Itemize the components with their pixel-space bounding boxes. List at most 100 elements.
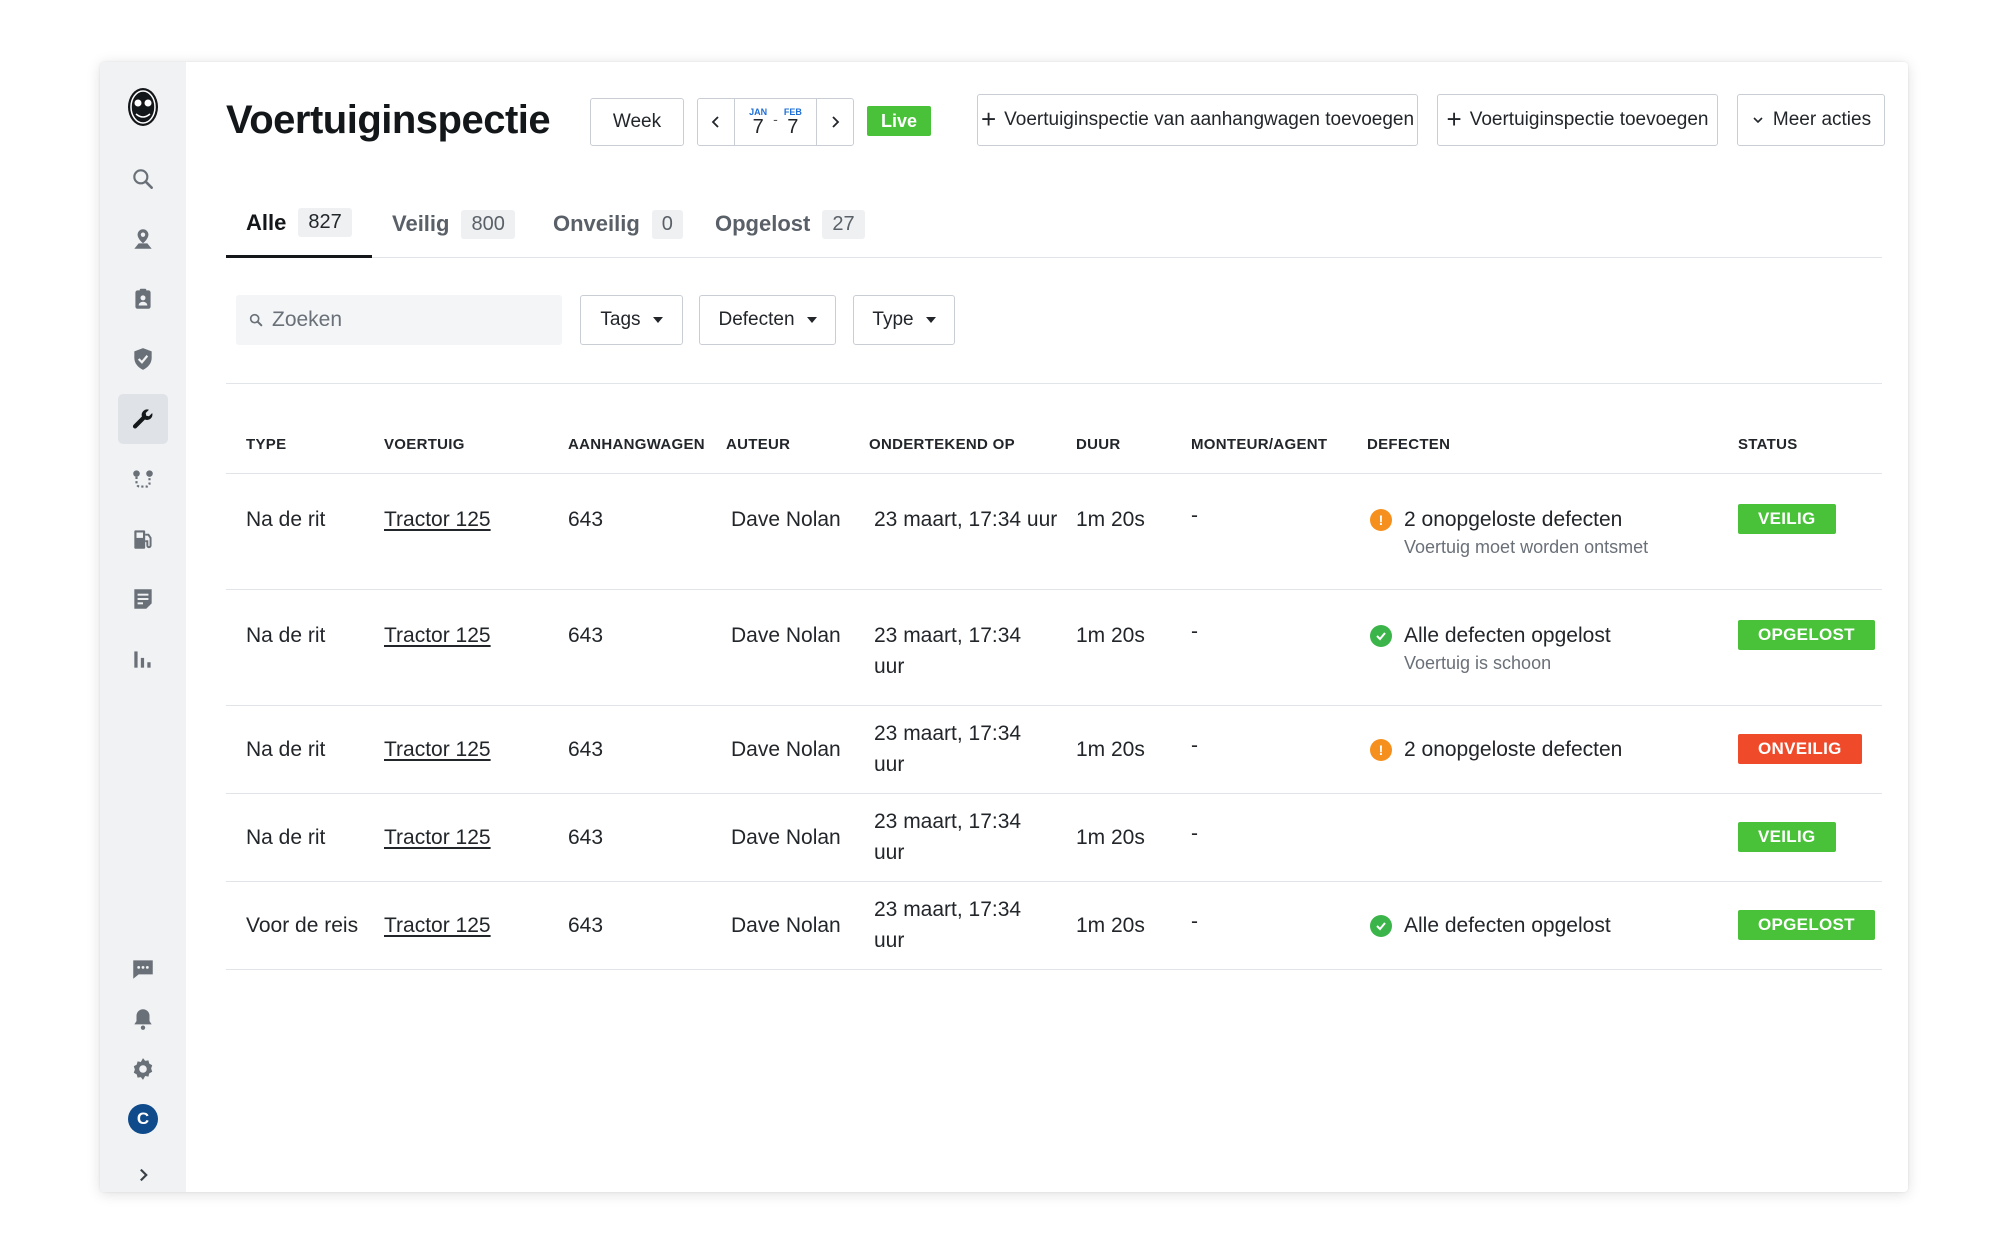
sidebar-item-messages[interactable] [118,944,168,994]
cell-author: Dave Nolan [731,508,841,531]
defect-summary: 2 onopgeloste defecten [1404,508,1623,531]
more-actions-button[interactable]: Meer acties [1737,94,1885,146]
sidebar-expand-button[interactable] [118,1150,168,1192]
bell-icon [134,1009,152,1030]
add-trailer-inspection-label: Voertuiginspectie van aanhangwagen toevo… [1004,109,1415,130]
defects-filter-button[interactable]: Defecten [699,295,836,345]
tab-all-label: Alle [246,209,287,235]
chat-icon [133,960,153,979]
column-header-defects[interactable]: DEFECTEN [1367,436,1450,453]
clipboard-icon [135,288,151,309]
cell-vehicle-link[interactable]: Tractor 125 [384,734,491,765]
warning-icon: ! [1370,739,1392,761]
defect-note: Voertuig is schoon [1404,653,1552,673]
tab-unsafe-count: 0 [651,209,683,239]
cell-defects: Alle defecten opgelost [1370,910,1611,941]
add-inspection-button[interactable]: + Voertuiginspectie toevoegen [1437,94,1718,146]
cell-signed: 23 maart, 17:34 uur [874,810,1022,864]
cell-duration: 1m 20s [1076,914,1145,937]
cell-vehicle-link[interactable]: Tractor 125 [384,822,491,853]
table-row[interactable]: Na de rit Tractor 125 643 Dave Nolan 23 … [226,794,1882,882]
column-header-trailer[interactable]: AANHANGWAGEN [568,436,705,453]
column-header-mechanic[interactable]: MONTEUR/AGENT [1191,436,1327,453]
tags-filter-button[interactable]: Tags [580,295,683,345]
add-inspection-label: Voertuiginspectie toevoegen [1469,109,1709,130]
cell-type: Voor de reis [246,914,359,937]
sidebar-item-documents[interactable] [118,574,168,624]
search-input[interactable] [272,308,542,332]
fuel-icon [134,530,152,549]
owl-logo-icon[interactable] [127,86,159,128]
wrench-icon [132,409,153,429]
next-period-button[interactable] [817,99,853,145]
table-row[interactable]: Voor de reis Tractor 125 643 Dave Nolan … [226,882,1882,970]
tab-safe-count: 800 [461,209,515,239]
sidebar-item-notifications[interactable] [118,994,168,1044]
gear-icon [133,1058,153,1080]
tab-all[interactable]: Alle 827 [226,190,372,258]
previous-period-button[interactable] [698,99,734,145]
live-badge[interactable]: Live [867,106,931,136]
table-row[interactable]: Na de rit Tractor 125 643 Dave Nolan 23 … [226,706,1882,794]
cell-vehicle-link[interactable]: Tractor 125 [384,620,491,651]
cell-trailer: 643 [568,624,604,647]
caret-down-icon [806,317,817,323]
sidebar-item-settings[interactable] [118,1044,168,1094]
sidebar-item-shield[interactable] [118,334,168,384]
tab-safe-label: Veilig [392,211,450,236]
sidebar-item-routes[interactable] [118,454,168,504]
end-date-day: 7 [787,116,799,138]
cell-vehicle-link[interactable]: Tractor 125 [384,504,491,535]
cell-signed: 23 maart, 17:34 uur [874,508,1058,531]
status-badge: ONVEILIG [1738,734,1862,764]
date-range-display[interactable]: JAN 7 - FEB 7 [734,99,817,145]
cell-mechanic: - [1191,734,1198,757]
cell-duration: 1m 20s [1076,826,1145,849]
tab-unsafe[interactable]: Onveilig 0 [553,190,683,258]
type-filter-button[interactable]: Type [853,295,955,345]
warning-icon: ! [1370,509,1392,531]
table-header: TYPE VOERTUIG AANHANGWAGEN AUTEUR ONDERT… [226,384,1882,474]
add-trailer-inspection-button[interactable]: + Voertuiginspectie van aanhangwagen toe… [977,94,1418,146]
defect-summary: 2 onopgeloste defecten [1404,738,1623,761]
type-filter-label: Type [872,309,914,330]
status-badge: VEILIG [1738,822,1836,852]
tab-resolved[interactable]: Opgelost 27 [715,190,865,258]
table-row[interactable]: Na de rit Tractor 125 643 Dave Nolan 23 … [226,474,1882,590]
defect-summary: Alle defecten opgelost [1404,624,1611,647]
column-header-vehicle[interactable]: VOERTUIG [384,436,465,453]
chevron-left-icon [711,116,719,128]
defect-summary: Alle defecten opgelost [1404,914,1611,937]
cell-defects: ! 2 onopgeloste defecten Voertuig moet w… [1370,504,1648,559]
sidebar-item-search[interactable] [118,154,168,204]
sidebar-item-clipboard[interactable] [118,274,168,324]
status-badge: OPGELOST [1738,620,1875,650]
tab-safe[interactable]: Veilig 800 [392,190,515,258]
column-header-signed[interactable]: ONDERTEKEND OP [869,436,1015,453]
cell-defects: Alle defecten opgelost Voertuig is schoo… [1370,620,1611,675]
cell-trailer: 643 [568,826,604,849]
document-icon [134,589,152,609]
cell-vehicle-link[interactable]: Tractor 125 [384,910,491,941]
sidebar-item-fuel[interactable] [118,514,168,564]
search-box [236,295,562,345]
column-header-type[interactable]: TYPE [246,436,286,453]
table-row[interactable]: Na de rit Tractor 125 643 Dave Nolan 23 … [226,590,1882,706]
sidebar-item-maintenance[interactable] [118,394,168,444]
cell-duration: 1m 20s [1076,624,1145,647]
sidebar-item-reports[interactable] [118,634,168,684]
cell-type: Na de rit [246,508,326,531]
date-separator: - [773,111,778,127]
sidebar-item-map[interactable] [118,214,168,264]
column-header-duration[interactable]: DUUR [1076,436,1121,453]
column-header-status[interactable]: STATUS [1738,436,1798,453]
defect-info: 2 onopgeloste defecten Voertuig moet wor… [1404,504,1648,559]
date-range-picker: JAN 7 - FEB 7 [697,98,854,146]
column-header-author[interactable]: AUTEUR [726,436,790,453]
cell-signed: 23 maart, 17:34 uur [874,722,1022,776]
week-button[interactable]: Week [590,98,684,146]
cell-author: Dave Nolan [731,826,841,849]
cell-signed: 23 maart, 17:34 uur [874,898,1022,952]
user-avatar[interactable]: C [128,1104,158,1134]
cell-trailer: 643 [568,914,604,937]
